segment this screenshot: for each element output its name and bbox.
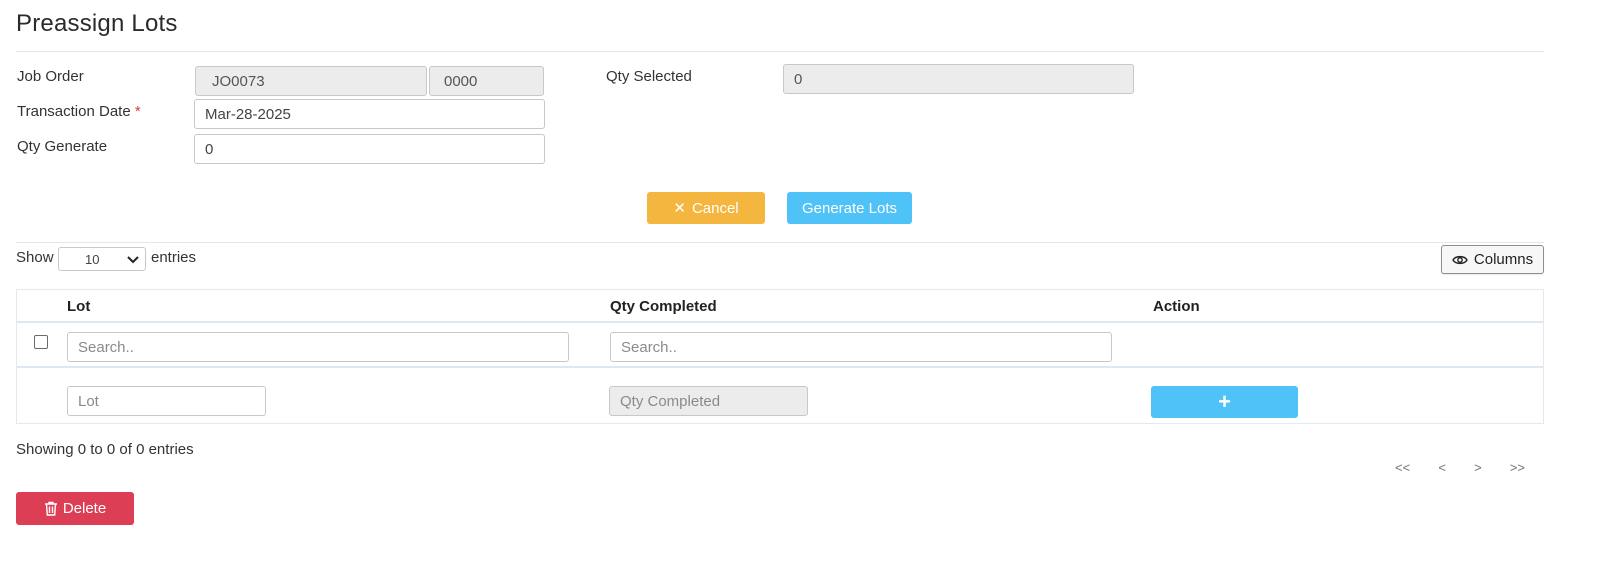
title-divider xyxy=(16,51,1544,52)
entries-select[interactable]: 10 xyxy=(58,247,146,271)
job-order-field: JO0073 xyxy=(195,66,427,96)
required-mark: * xyxy=(134,103,141,120)
qty-selected-label: Qty Selected xyxy=(606,68,692,85)
chevron-down-icon xyxy=(127,256,139,264)
cancel-button-label: Cancel xyxy=(691,199,739,217)
pagination-last[interactable]: >> xyxy=(1510,460,1525,475)
generate-lots-button[interactable]: Generate Lots xyxy=(787,192,912,224)
columns-button-label: Columns xyxy=(1473,251,1534,268)
qty-selected-field: 0 xyxy=(783,64,1134,94)
job-order-suffix-field: 0000 xyxy=(429,66,544,96)
qty-generate-input[interactable]: 0 xyxy=(194,134,545,164)
section-divider xyxy=(16,242,1544,243)
search-lot-input[interactable]: Search.. xyxy=(67,332,569,362)
page-title: Preassign Lots xyxy=(16,10,178,37)
pagination: << < > >> xyxy=(1395,460,1525,475)
close-icon: ✕ xyxy=(673,200,686,217)
eye-icon xyxy=(1452,255,1468,264)
column-header-lot[interactable]: Lot xyxy=(67,298,90,315)
delete-button[interactable]: Delete xyxy=(16,492,134,525)
row-divider xyxy=(17,366,1543,368)
header-divider xyxy=(17,321,1543,323)
entries-select-value: 10 xyxy=(85,251,100,267)
lot-input[interactable]: Lot xyxy=(67,386,266,416)
columns-button[interactable]: Columns xyxy=(1441,245,1544,274)
trash-icon xyxy=(44,501,57,516)
transaction-date-label-text: Transaction Date xyxy=(17,103,131,120)
column-header-action: Action xyxy=(1153,298,1200,315)
job-order-label: Job Order xyxy=(17,68,84,85)
entries-label: entries xyxy=(151,249,197,266)
search-qty-input[interactable]: Search.. xyxy=(610,332,1112,362)
column-header-qty-completed[interactable]: Qty Completed xyxy=(610,298,717,315)
pagination-next[interactable]: > xyxy=(1474,460,1482,475)
cancel-button[interactable]: ✕ Cancel xyxy=(647,192,765,224)
show-label: Show xyxy=(16,249,54,266)
qty-generate-label: Qty Generate xyxy=(17,138,108,155)
delete-button-label: Delete xyxy=(62,500,107,517)
pagination-prev[interactable]: < xyxy=(1438,460,1446,475)
select-all-checkbox[interactable] xyxy=(34,335,48,349)
qty-completed-input: Qty Completed xyxy=(609,386,808,416)
transaction-date-label: Transaction Date * xyxy=(17,103,141,120)
pagination-first[interactable]: << xyxy=(1395,460,1410,475)
lots-table: Lot Qty Completed Action Search.. Search… xyxy=(16,289,1544,424)
table-info: Showing 0 to 0 of 0 entries xyxy=(16,441,194,458)
add-row-button[interactable]: + xyxy=(1151,386,1298,418)
transaction-date-input[interactable]: Mar-28-2025 xyxy=(194,99,545,129)
